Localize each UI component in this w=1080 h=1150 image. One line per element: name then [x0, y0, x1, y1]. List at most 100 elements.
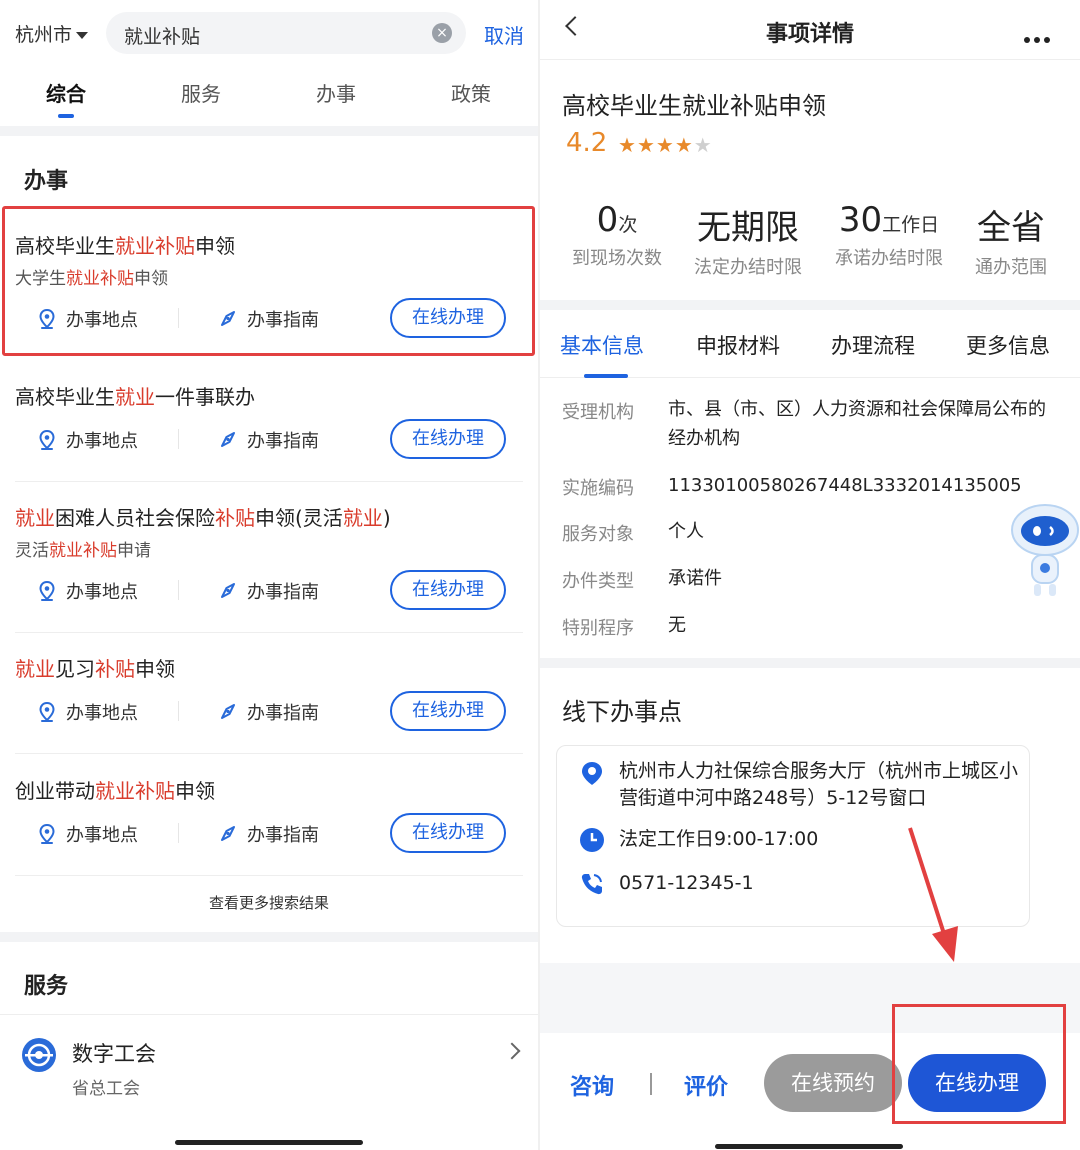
result-item[interactable]: 就业困难人员社会保险补贴申领(灵活就业) 灵活就业补贴申请 办事地点 办事指南 在线办理	[0, 494, 538, 634]
guide-link[interactable]: 办事指南	[217, 427, 319, 453]
compass-icon	[217, 429, 239, 451]
location-link[interactable]: 办事地点	[36, 578, 138, 604]
assistant-robot-icon[interactable]	[1010, 500, 1080, 600]
info-value: 承诺件	[668, 568, 722, 589]
tab-more-info[interactable]: 更多信息	[966, 330, 1050, 360]
location-link[interactable]: 办事地点	[36, 821, 138, 847]
subtitle-text: 灵活	[15, 541, 49, 561]
star-icon: ★	[655, 133, 675, 157]
info-key: 受理机构	[562, 402, 634, 423]
star-empty-icon: ★	[693, 133, 713, 157]
result-subtitle: 灵活就业补贴申请	[15, 536, 151, 561]
active-tab-indicator	[584, 374, 628, 378]
reserve-online-button[interactable]: 在线预约	[764, 1054, 902, 1112]
online-apply-button[interactable]: 在线办理	[390, 691, 506, 731]
tab-services[interactable]: 服务	[151, 78, 251, 107]
location-link[interactable]: 办事地点	[36, 427, 138, 453]
chevron-right-icon	[503, 1042, 521, 1060]
stat-label: 通办范围	[975, 257, 1047, 278]
search-query: 就业补贴	[124, 26, 201, 48]
info-value: 个人	[668, 521, 704, 542]
title-text: 申领(灵活	[255, 506, 343, 530]
stat-label: 到现场次数	[572, 248, 662, 269]
city-selector[interactable]: 杭州市	[15, 20, 89, 47]
location-pin-icon	[36, 823, 58, 845]
result-title: 就业见习补贴申领	[15, 653, 175, 682]
keyword-highlight: 就业	[15, 506, 55, 530]
guide-link[interactable]: 办事指南	[217, 699, 319, 725]
title-text: 困难人员社会保险	[55, 506, 215, 530]
service-name: 数字工会	[72, 1042, 156, 1066]
consult-button[interactable]: 咨询	[570, 1069, 614, 1101]
nav-title: 事项详情	[765, 22, 854, 47]
divider	[15, 875, 523, 876]
stat-label: 法定办结时限	[694, 257, 802, 278]
keyword-highlight: 就业补贴	[95, 779, 175, 803]
stat-unit: 工作日	[882, 214, 940, 236]
compass-icon	[217, 701, 239, 723]
caret-down-icon	[76, 32, 89, 39]
keyword-highlight: 就业	[115, 385, 155, 409]
online-apply-button[interactable]: 在线办理	[390, 813, 506, 853]
search-results-screen: 杭州市 就业补贴 × 取消 综合 服务 办事 政策 办事 高校毕业生就业补贴申领…	[0, 0, 538, 1150]
review-button[interactable]: 评价	[684, 1069, 728, 1101]
more-options-icon[interactable]	[1024, 28, 1054, 43]
tab-policy[interactable]: 政策	[421, 78, 521, 107]
divider	[650, 1073, 652, 1095]
tab-materials[interactable]: 申报材料	[696, 330, 780, 360]
guide-label: 办事指南	[247, 582, 319, 603]
guide-link[interactable]: 办事指南	[217, 821, 319, 847]
service-org: 省总工会	[72, 1079, 140, 1099]
service-item[interactable]: 数字工会 省总工会	[0, 1030, 538, 1110]
title-text: 见习	[55, 657, 95, 681]
annotation-highlight-box	[2, 206, 535, 356]
keyword-highlight: 补贴	[95, 657, 135, 681]
result-item[interactable]: 高校毕业生就业一件事联办 办事地点 办事指南 在线办理	[0, 373, 538, 483]
rating-value: 4.2	[566, 128, 608, 158]
office-address: 杭州市人力社保综合服务大厅（杭州市上城区小营街道中河中路248号）5-12号窗口	[619, 760, 1019, 809]
title-text: 申领	[135, 657, 175, 681]
location-label: 办事地点	[66, 431, 138, 452]
tab-process[interactable]: 办理流程	[831, 330, 915, 360]
location-pin-icon	[579, 760, 605, 786]
tab-basic-info[interactable]: 基本信息	[560, 330, 644, 360]
phone-icon	[579, 871, 605, 897]
tab-comprehensive[interactable]: 综合	[16, 78, 116, 107]
guide-link[interactable]: 办事指南	[217, 578, 319, 604]
home-indicator	[175, 1140, 363, 1145]
star-icon: ★	[636, 133, 656, 157]
info-key: 特别程序	[562, 618, 634, 639]
location-label: 办事地点	[66, 582, 138, 603]
result-item[interactable]: 创业带动就业补贴申领 办事地点 办事指南 在线办理	[0, 767, 538, 877]
annotation-highlight-box	[892, 1004, 1066, 1124]
stat-value: 30	[838, 200, 883, 240]
keyword-highlight: 就业	[15, 657, 55, 681]
stat-legal-limit: 无期限 法定办结时限	[683, 200, 813, 279]
item-detail-screen: 事项详情 高校毕业生就业补贴申领 4.2 ★★★★★ 0次 到现场次数 无期限 …	[540, 0, 1080, 1150]
search-input[interactable]: 就业补贴 ×	[106, 12, 466, 54]
compass-icon	[217, 823, 239, 845]
office-address-row: 杭州市人力社保综合服务大厅（杭州市上城区小营街道中河中路248号）5-12号窗口	[579, 758, 1019, 818]
home-indicator	[715, 1144, 903, 1149]
union-logo-icon	[22, 1038, 56, 1072]
section-divider	[0, 126, 538, 136]
keyword-highlight: 就业补贴	[49, 541, 117, 561]
more-results-link[interactable]: 查看更多搜索结果	[0, 892, 538, 913]
cancel-button[interactable]: 取消	[484, 20, 524, 49]
info-key: 办件类型	[562, 571, 634, 592]
divider	[178, 701, 179, 721]
tab-affairs[interactable]: 办事	[286, 78, 386, 107]
stat-unit: 次	[618, 214, 638, 236]
stat-value: 0	[596, 200, 619, 240]
clear-icon[interactable]: ×	[432, 23, 452, 43]
location-link[interactable]: 办事地点	[36, 699, 138, 725]
info-value: 11330100580267448L3332014135005	[668, 475, 1022, 496]
divider	[178, 429, 179, 449]
online-apply-button[interactable]: 在线办理	[390, 570, 506, 610]
result-item[interactable]: 就业见习补贴申领办事地点 办事指南 在线办理	[0, 645, 538, 755]
section-divider	[540, 300, 1080, 310]
online-apply-button[interactable]: 在线办理	[390, 419, 506, 459]
info-value: 市、县（市、区）人力资源和社会保障局公布的经办机构	[668, 399, 1046, 449]
divider	[178, 823, 179, 843]
screenshot-composite: 杭州市 就业补贴 × 取消 综合 服务 办事 政策 办事 高校毕业生就业补贴申领…	[0, 0, 1080, 1150]
